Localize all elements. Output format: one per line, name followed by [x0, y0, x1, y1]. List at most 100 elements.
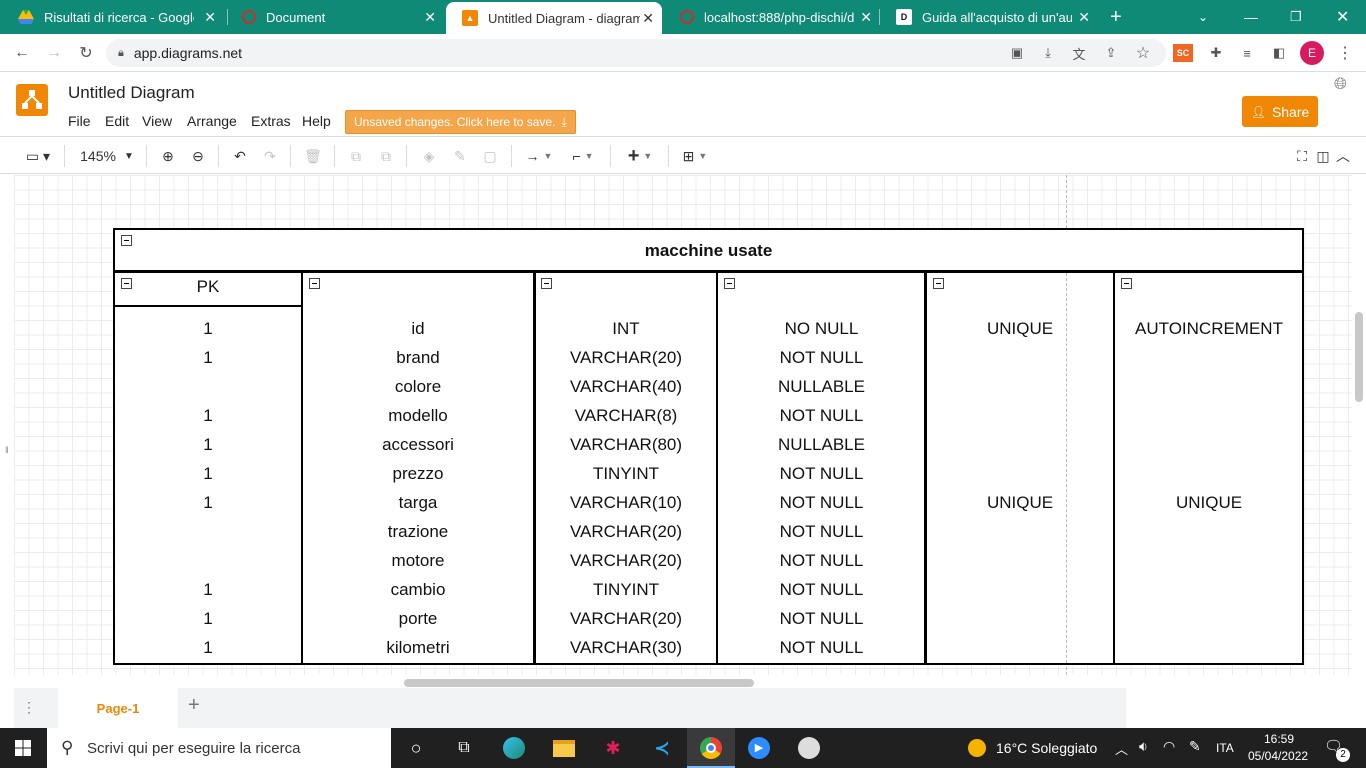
collapse-icon[interactable]: [933, 278, 944, 289]
file-explorer-icon[interactable]: [551, 736, 577, 760]
task-view-icon[interactable]: ⧉: [451, 736, 477, 760]
insert-plus-icon[interactable]: + ▼: [622, 145, 658, 167]
line-color-icon[interactable]: ✎: [449, 145, 471, 167]
browser-tab-active[interactable]: ▲ Untitled Diagram - diagrams. ✕: [446, 2, 662, 34]
edit-pen-icon[interactable]: ✎: [1189, 738, 1201, 755]
browser-tab[interactable]: localhost:888/php-dischi/dis ✕: [664, 0, 880, 34]
forward-icon[interactable]: →: [42, 41, 66, 65]
language-globe-icon[interactable]: 🌐︎: [1334, 76, 1347, 94]
to-front-icon[interactable]: ⧉: [345, 145, 367, 167]
vscode-icon[interactable]: ≺: [649, 736, 675, 760]
profile-avatar[interactable]: E: [1300, 41, 1324, 65]
reload-icon[interactable]: ↻: [74, 41, 98, 65]
vertical-scrollbar-track[interactable]: [1352, 175, 1366, 675]
weather-text[interactable]: 16°C Soleggiato: [996, 740, 1097, 756]
waypoints-icon[interactable]: ⌐ ▼: [566, 145, 600, 167]
menu-file[interactable]: File: [68, 113, 91, 129]
edge-icon[interactable]: [501, 736, 527, 760]
field-null-cell: NOT NULL: [779, 406, 864, 425]
menu-help[interactable]: Help: [302, 113, 331, 129]
collapse-icon[interactable]: [724, 278, 735, 289]
tray-chevron-up-icon[interactable]: ︿: [1115, 739, 1128, 758]
fullscreen-icon[interactable]: ⛶: [1292, 145, 1312, 167]
cast-blocked-icon[interactable]: ▣: [1006, 42, 1028, 64]
cortana-icon[interactable]: ○: [403, 736, 429, 760]
clock-time[interactable]: 16:59: [1264, 732, 1294, 746]
zoom-in-icon[interactable]: ⊕: [157, 145, 179, 167]
pk-cell: 1: [203, 580, 213, 599]
sidebar-collapsed-handle[interactable]: ‖: [0, 175, 14, 675]
close-tab-icon[interactable]: ✕: [1078, 9, 1090, 26]
extensions-puzzle-icon[interactable]: ✚: [1205, 42, 1227, 64]
zoom-select[interactable]: 145% ▼: [76, 145, 138, 167]
restore-icon[interactable]: ❐: [1282, 0, 1312, 34]
connection-style-icon[interactable]: → ▼: [522, 145, 556, 167]
install-app-icon[interactable]: ⤓: [1037, 42, 1059, 64]
close-tab-icon[interactable]: ✕: [642, 10, 654, 27]
field-type-cell: VARCHAR(20): [569, 609, 683, 628]
extension-sc-icon[interactable]: SC: [1173, 44, 1193, 62]
menu-edit[interactable]: Edit: [105, 113, 129, 129]
field-type-cell: VARCHAR(80): [569, 435, 683, 454]
wifi-icon[interactable]: ◠: [1163, 738, 1175, 755]
windows-start-icon[interactable]: [10, 736, 36, 760]
slack-icon[interactable]: ✱: [600, 736, 626, 760]
browser-tab[interactable]: D Guida all'acquisto di un'auto ✕: [880, 0, 1098, 34]
collapse-icon[interactable]: [309, 278, 320, 289]
browser-tab[interactable]: Document ✕: [226, 0, 444, 34]
bookmark-star-icon[interactable]: ☆: [1132, 42, 1154, 64]
clock-date[interactable]: 05/04/2022: [1248, 749, 1308, 763]
field-type-cell: VARCHAR(20): [569, 551, 683, 570]
to-back-icon[interactable]: ⧉: [375, 145, 397, 167]
reading-list-icon[interactable]: ≡: [1236, 42, 1258, 64]
delete-icon[interactable]: 🗑︎: [302, 145, 324, 167]
toolbar: ▭ ▾ 145% ▼ ⊕ ⊖ ↶ ↷ 🗑︎ ⧉ ⧉ ◈ ✎ ▢ → ▼ ⌐ ▼ …: [0, 136, 1366, 174]
tab-search-icon[interactable]: ⌄: [1190, 0, 1220, 34]
new-tab-button[interactable]: +: [1100, 0, 1136, 34]
github-icon[interactable]: [796, 736, 822, 760]
vertical-scrollbar-thumb[interactable]: [1355, 312, 1363, 402]
chrome-icon[interactable]: [698, 736, 724, 760]
undo-icon[interactable]: ↶: [229, 145, 251, 167]
collapse-icon[interactable]: [541, 278, 552, 289]
menu-arrange[interactable]: Arrange: [187, 113, 237, 129]
browser-tab[interactable]: Risultati di ricerca - Google D ✕: [2, 0, 224, 34]
diagram-title[interactable]: Untitled Diagram: [68, 83, 195, 103]
field-name-cell: motore: [391, 551, 445, 570]
share-button[interactable]: 👤︎ Share: [1242, 96, 1318, 127]
horizontal-scrollbar-thumb[interactable]: [404, 679, 754, 687]
collapse-chevron-up-icon[interactable]: ︿: [1334, 145, 1352, 167]
pk-cell: 1: [203, 319, 213, 338]
back-icon[interactable]: ←: [10, 41, 34, 65]
menu-view[interactable]: View: [142, 113, 172, 129]
share-page-icon[interactable]: ⇪: [1100, 42, 1122, 64]
page-tab-current[interactable]: Page-1: [58, 688, 178, 728]
close-window-icon[interactable]: ✕: [1328, 0, 1358, 34]
menu-extras[interactable]: Extras: [251, 113, 291, 129]
close-tab-icon[interactable]: ✕: [860, 9, 872, 26]
language-indicator[interactable]: ITA: [1216, 741, 1234, 755]
redo-icon[interactable]: ↷: [259, 145, 281, 167]
table-insert-icon[interactable]: ⊞ ▼: [678, 145, 712, 167]
translate-icon[interactable]: 文: [1068, 42, 1090, 64]
unsaved-changes-button[interactable]: Unsaved changes. Click here to save. ⤓: [345, 110, 576, 134]
add-page-icon[interactable]: +: [188, 694, 200, 717]
chrome-menu-icon[interactable]: ⋮: [1334, 42, 1356, 64]
pages-menu-icon[interactable]: ⋮: [22, 699, 36, 716]
format-panel-icon[interactable]: ◫: [1314, 145, 1332, 167]
field-type-cell: VARCHAR(10): [569, 493, 683, 512]
taskbar-search-box[interactable]: ⚲ Scrivi qui per eseguire la ricerca: [47, 728, 391, 768]
close-tab-icon[interactable]: ✕: [204, 9, 216, 26]
format-panel-toggle-icon[interactable]: ▭ ▾: [20, 145, 56, 167]
collapse-icon[interactable]: [1121, 278, 1132, 289]
close-tab-icon[interactable]: ✕: [424, 9, 436, 26]
shadow-icon[interactable]: ▢: [479, 145, 501, 167]
fill-color-icon[interactable]: ◈: [418, 145, 440, 167]
document-icon: [242, 10, 256, 24]
side-panel-icon[interactable]: ◧: [1268, 42, 1290, 64]
minimize-icon[interactable]: —: [1236, 0, 1266, 34]
field-type-cell: VARCHAR(8): [574, 406, 678, 425]
zoom-out-icon[interactable]: ⊖: [187, 145, 209, 167]
zoom-app-icon[interactable]: ▶: [746, 736, 772, 760]
speaker-icon[interactable]: 🔉︎: [1139, 738, 1148, 755]
